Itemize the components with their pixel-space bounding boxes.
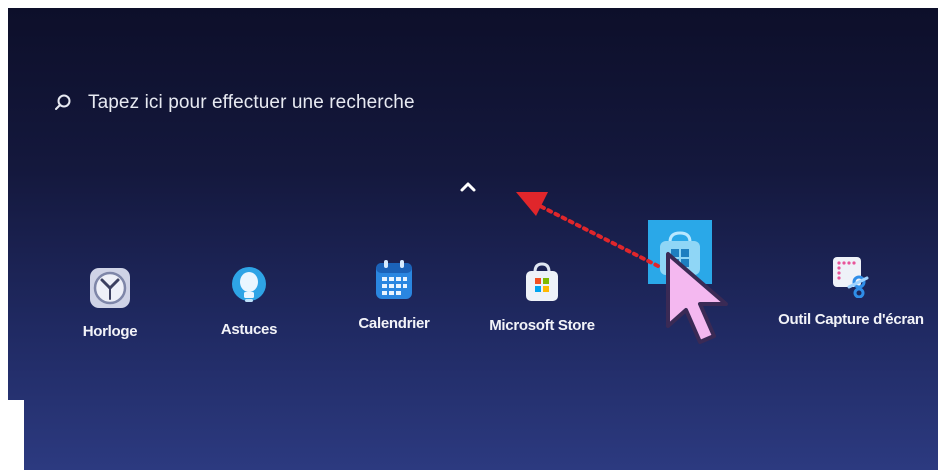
search-placeholder: Tapez ici pour effectuer une recherche xyxy=(88,92,415,113)
snipping-tool-icon xyxy=(829,254,873,299)
lightbulb-icon xyxy=(227,264,271,308)
search-bar[interactable]: Tapez ici pour effectuer une recherche xyxy=(52,80,752,126)
app-tile-astuces[interactable]: Astuces xyxy=(179,264,319,340)
app-tile-dragged[interactable] xyxy=(648,220,712,284)
app-tile-calendrier[interactable]: Calendrier xyxy=(324,258,464,334)
app-label-outil-capture: Outil Capture d'écran xyxy=(778,311,924,328)
app-tile-outil-capture[interactable]: Outil Capture d'écran xyxy=(776,254,926,330)
store-bag-icon xyxy=(520,260,564,304)
app-tile-microsoft-store[interactable]: Microsoft Store xyxy=(472,260,612,336)
photo-border-left xyxy=(0,400,24,470)
clock-icon xyxy=(88,266,132,310)
annotation-overlay xyxy=(516,192,728,344)
calendar-icon xyxy=(372,258,416,302)
dragged-store-icon xyxy=(648,220,712,284)
app-tile-horloge[interactable]: Horloge xyxy=(40,266,180,342)
app-label-horloge: Horloge xyxy=(82,323,138,340)
search-icon xyxy=(52,92,74,114)
app-label-microsoft-store: Microsoft Store xyxy=(489,317,595,334)
start-menu-panel: Tapez ici pour effectuer une recherche H… xyxy=(8,8,938,470)
chevron-up-icon[interactable] xyxy=(456,174,480,198)
app-label-astuces: Astuces xyxy=(220,321,278,338)
red-dotted-arrow xyxy=(516,192,660,268)
app-label-calendrier: Calendrier xyxy=(358,315,430,332)
